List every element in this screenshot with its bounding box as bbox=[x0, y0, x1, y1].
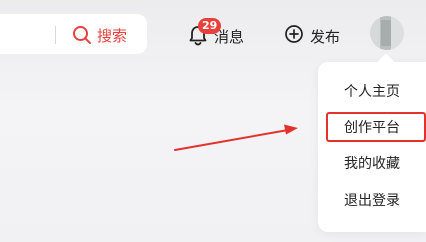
bell-icon: 29 bbox=[188, 18, 222, 47]
nav-publish[interactable]: 发布 bbox=[284, 24, 340, 48]
user-dropdown-menu: 个人主页 创作平台 我的收藏 退出登录 bbox=[318, 62, 426, 232]
search-button-label: 搜索 bbox=[97, 26, 128, 45]
messages-badge: 29 bbox=[198, 18, 222, 34]
search-divider bbox=[55, 26, 56, 44]
menu-item-logout[interactable]: 退出登录 bbox=[326, 185, 426, 215]
publish-label: 发布 bbox=[310, 27, 341, 46]
menu-item-profile[interactable]: 个人主页 bbox=[326, 76, 426, 106]
menu-item-label: 退出登录 bbox=[344, 193, 400, 209]
menu-item-label: 创作平台 bbox=[344, 120, 400, 136]
menu-item-favorites[interactable]: 我的收藏 bbox=[326, 148, 426, 178]
search-button[interactable]: 搜索 bbox=[72, 24, 127, 46]
menu-item-creator-platform[interactable]: 创作平台 bbox=[326, 112, 426, 142]
search-icon bbox=[72, 25, 92, 45]
menu-item-label: 我的收藏 bbox=[344, 156, 400, 172]
plus-circle-icon bbox=[284, 24, 304, 48]
nav-messages[interactable]: 29 消息 bbox=[188, 18, 244, 48]
avatar[interactable] bbox=[370, 16, 404, 50]
menu-item-label: 个人主页 bbox=[344, 84, 400, 100]
